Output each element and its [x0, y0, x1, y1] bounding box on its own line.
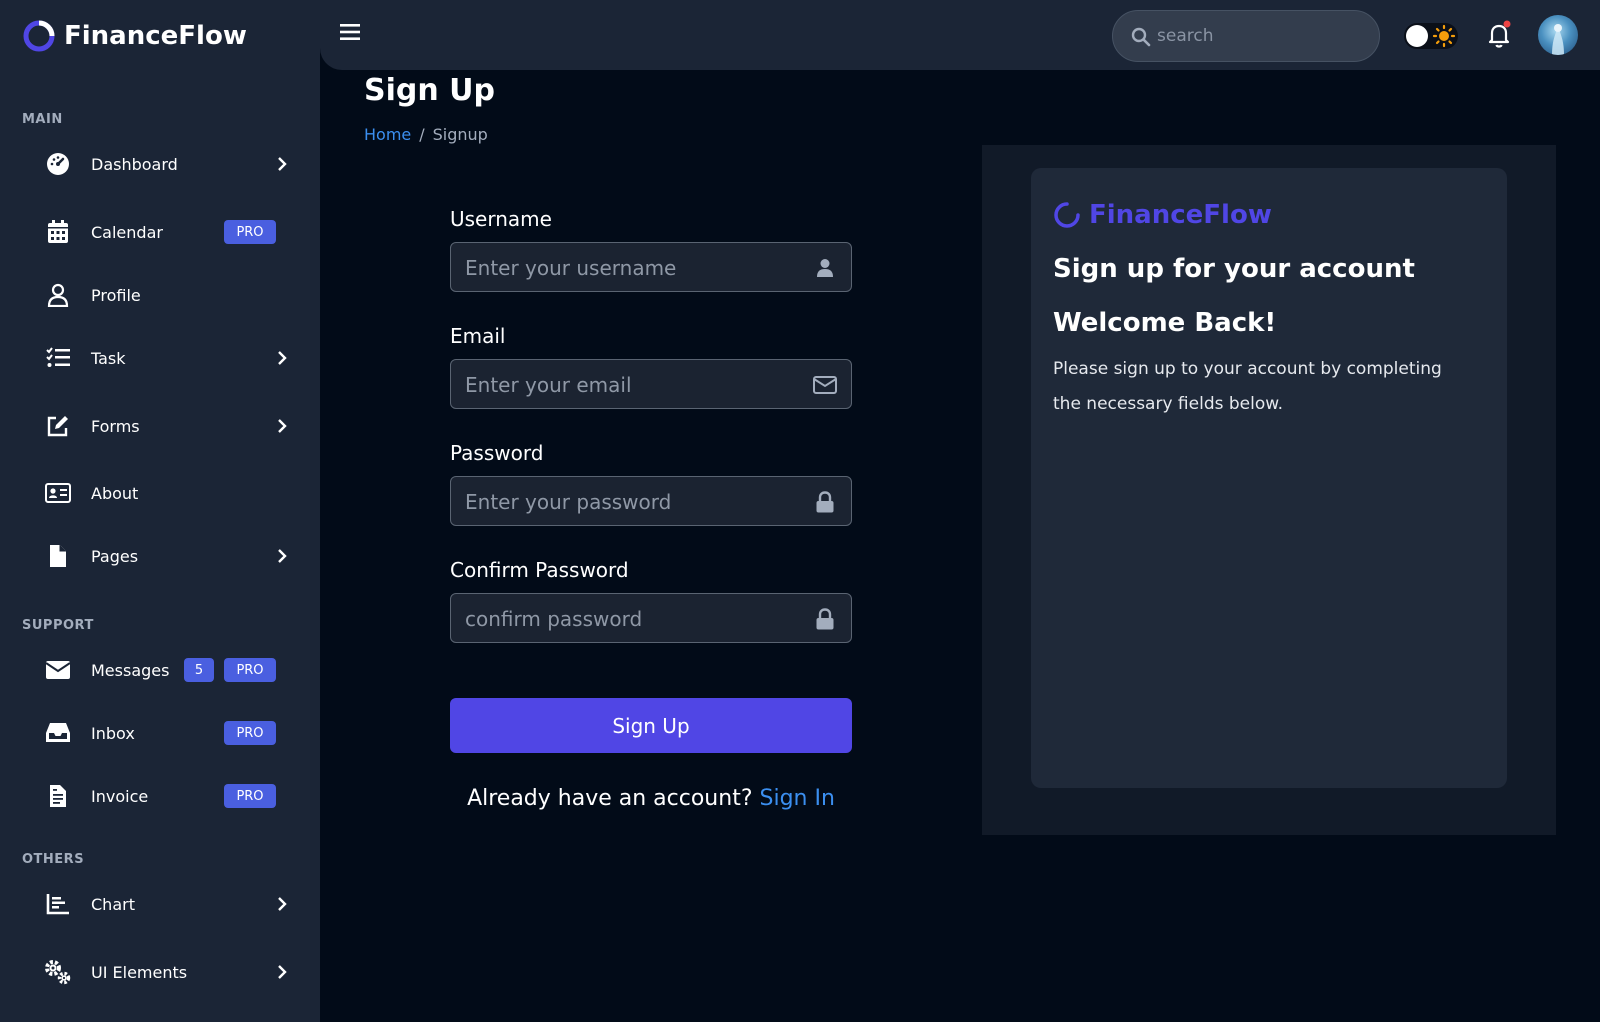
username-input[interactable]: [465, 253, 795, 283]
sidebar-item-label: Inbox: [91, 723, 135, 743]
sun-icon: [1432, 24, 1456, 48]
task-list-icon: [44, 344, 72, 372]
sidebar-item-label: Calendar: [91, 222, 163, 242]
brand-name: FinanceFlow: [64, 21, 247, 51]
sidebar-item-messages[interactable]: Messages 5 PRO: [0, 645, 320, 695]
chevron-right-icon: [274, 350, 290, 366]
chevron-right-icon: [274, 964, 290, 980]
pro-badge: PRO: [224, 721, 276, 745]
search-box[interactable]: [1112, 10, 1380, 62]
gauge-icon: [44, 150, 72, 178]
pro-badge: PRO: [224, 220, 276, 244]
top-header: [320, 0, 1600, 70]
card-brand-name: FinanceFlow: [1089, 200, 1272, 230]
sidebar-item-label: Forms: [91, 416, 140, 436]
sidebar-item-label: Dashboard: [91, 154, 178, 174]
section-title-main: MAIN: [22, 112, 63, 127]
theme-toggle[interactable]: [1404, 22, 1460, 50]
sidebar-item-ui-elements[interactable]: UI Elements: [0, 947, 320, 997]
sidebar-item-label: Chart: [91, 894, 135, 914]
sidebar-item-chart[interactable]: Chart: [0, 879, 320, 929]
username-field: [450, 242, 852, 292]
envelope-icon: [44, 656, 72, 684]
sidebar-item-label: Task: [91, 348, 126, 368]
invoice-icon: [44, 782, 72, 810]
user-icon: [44, 281, 72, 309]
sidebar-item-inbox[interactable]: Inbox PRO: [0, 708, 320, 758]
confirm-password-input[interactable]: [465, 604, 795, 634]
sidebar-item-label: UI Elements: [91, 962, 188, 982]
already-have-account-text: Already have an account?: [467, 786, 753, 811]
sidebar-item-profile[interactable]: Profile: [0, 270, 320, 320]
password-label: Password: [450, 441, 544, 465]
sidebar-item-dashboard[interactable]: Dashboard: [0, 139, 320, 189]
password-input[interactable]: [465, 487, 795, 517]
user-avatar[interactable]: [1538, 15, 1578, 55]
lock-icon: [813, 608, 837, 630]
sidebar-item-pages[interactable]: Pages: [0, 531, 320, 581]
search-input[interactable]: [1157, 23, 1357, 49]
section-title-support: SUPPORT: [22, 618, 94, 633]
sidebar-item-label: Messages: [91, 660, 170, 680]
sidebar-item-task[interactable]: Task: [0, 333, 320, 383]
chevron-right-icon: [274, 896, 290, 912]
page-title: Sign Up: [364, 73, 496, 108]
logo-ring-icon: [1054, 202, 1080, 228]
card-heading: Sign up for your account: [1053, 254, 1415, 284]
logo-ring-icon: [23, 20, 55, 52]
envelope-icon: [813, 374, 837, 396]
user-icon: [813, 257, 837, 279]
email-field: [450, 359, 852, 409]
breadcrumb-home-link[interactable]: Home: [364, 125, 411, 144]
grid-illustration: [1087, 458, 1447, 748]
email-input[interactable]: [465, 370, 795, 400]
sidebar-item-calendar[interactable]: Calendar PRO: [0, 207, 320, 257]
sidebar-item-about[interactable]: About: [0, 468, 320, 518]
card-brand: FinanceFlow: [1053, 200, 1272, 230]
message-count-badge: 5: [184, 658, 214, 682]
sidebar-item-label: Profile: [91, 285, 141, 305]
sidebar-item-forms[interactable]: Forms: [0, 401, 320, 451]
pro-badge: PRO: [224, 784, 276, 808]
chevron-right-icon: [274, 418, 290, 434]
breadcrumb-current: Signup: [432, 125, 488, 144]
hamburger-menu-icon[interactable]: [340, 23, 362, 45]
sidebar-item-label: About: [91, 483, 139, 503]
breadcrumb: Home / Signup: [364, 125, 488, 144]
chevron-right-icon: [274, 548, 290, 564]
lock-icon: [813, 491, 837, 513]
sign-up-button[interactable]: Sign Up: [450, 698, 852, 753]
card-subheading: Welcome Back!: [1053, 308, 1277, 338]
signin-prompt: Already have an account? Sign In: [450, 786, 852, 811]
search-icon: [1131, 27, 1151, 51]
sidebar-item-label: Pages: [91, 546, 139, 566]
file-icon: [44, 542, 72, 570]
notification-bell-icon[interactable]: [1486, 20, 1514, 50]
card-description: Please sign up to your account by comple…: [1053, 359, 1442, 414]
inbox-icon: [44, 719, 72, 747]
email-label: Email: [450, 324, 506, 348]
brand-logo[interactable]: FinanceFlow: [22, 18, 247, 54]
pro-badge: PRO: [224, 658, 276, 682]
sidebar: FinanceFlow MAIN Dashboard Calendar PRO …: [0, 0, 320, 1022]
password-field: [450, 476, 852, 526]
gears-icon: [44, 958, 72, 986]
calendar-icon: [44, 218, 72, 246]
sidebar-item-label: Invoice: [91, 786, 149, 806]
chevron-right-icon: [274, 156, 290, 172]
bar-chart-icon: [44, 890, 72, 918]
sign-in-link[interactable]: Sign In: [760, 786, 835, 811]
confirm-password-field: [450, 593, 852, 643]
id-card-icon: [44, 479, 72, 507]
edit-icon: [44, 412, 72, 440]
sidebar-item-invoice[interactable]: Invoice PRO: [0, 771, 320, 821]
section-title-others: OTHERS: [22, 852, 85, 867]
breadcrumb-separator: /: [419, 125, 425, 144]
info-card: FinanceFlow Sign up for your account Wel…: [1031, 168, 1507, 788]
confirm-password-label: Confirm Password: [450, 558, 629, 582]
username-label: Username: [450, 207, 552, 231]
